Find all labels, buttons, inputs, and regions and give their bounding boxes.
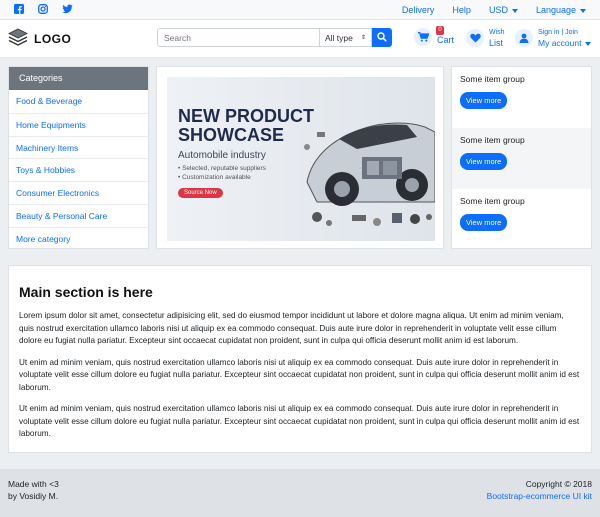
language-dropdown[interactable]: Language	[536, 5, 586, 15]
main-section: Main section is here Lorem ipsum dolor s…	[8, 265, 592, 453]
search-bar: All type ⇕	[157, 28, 392, 47]
help-link[interactable]: Help	[452, 5, 471, 15]
item-group-title: Some item group	[460, 74, 525, 84]
main-paragraph: Lorem ipsum dolor sit amet, consectetur …	[19, 311, 564, 345]
currency-dropdown[interactable]: USD	[489, 5, 518, 15]
banner-bullet: • Customization available	[178, 174, 251, 181]
cart-icon	[414, 28, 432, 46]
logo-text: LOGO	[34, 32, 72, 46]
cart-count-badge: 0	[436, 26, 444, 35]
wishlist-label: Wish List	[489, 28, 505, 48]
banner-title: NEW PRODUCT SHOWCASE	[178, 107, 314, 145]
more-category-link[interactable]: More category	[9, 226, 148, 250]
twitter-icon[interactable]	[62, 4, 73, 14]
view-more-button[interactable]: View more	[460, 214, 508, 231]
main-paragraph: Ut enim ad minim veniam, quis nostrud ex…	[19, 357, 580, 392]
showcase-banner[interactable]: NEW PRODUCT SHOWCASE Automobile industry…	[167, 77, 435, 241]
search-category-select[interactable]: All type ⇕	[319, 28, 372, 47]
view-more-button[interactable]: View more	[460, 92, 508, 109]
logo-icon	[8, 28, 28, 50]
top-bar: Delivery Help USD Language	[0, 0, 600, 20]
search-category-value: All type	[325, 32, 353, 43]
footer-author: by Vosidiy M.	[8, 491, 59, 501]
category-item[interactable]: Consumer Electronics	[9, 181, 148, 204]
main-heading: Main section is here	[19, 284, 153, 300]
category-item[interactable]: Home Equipments	[9, 112, 148, 136]
facebook-icon[interactable]	[14, 4, 24, 14]
category-item[interactable]: Machinery Items	[9, 135, 148, 159]
category-item[interactable]: Food & Beverage	[9, 90, 148, 113]
banner-bullet: • Selected, reputable suppliers	[178, 165, 266, 172]
item-group-title: Some item group	[460, 196, 525, 206]
footer-right: Copyright © 2018 Bootstrap-ecommerce UI …	[487, 478, 592, 502]
logo[interactable]: LOGO	[8, 28, 71, 50]
categories-title: Categories	[9, 67, 148, 90]
user-icon	[515, 29, 533, 47]
cart-label: Cart	[437, 35, 455, 45]
delivery-link[interactable]: Delivery	[402, 5, 435, 15]
instagram-icon[interactable]	[38, 4, 48, 14]
banner-subtitle: Automobile industry	[178, 150, 266, 161]
categories-panel: Categories Food & Beverage Home Equipmen…	[8, 66, 149, 249]
view-more-button[interactable]: View more	[460, 153, 508, 170]
main-paragraph: Ut enim ad minim veniam, quis nostrud ex…	[19, 404, 580, 438]
header: LOGO All type ⇕ 0 Cart Wish List	[0, 20, 600, 58]
wishlist-label-line2: List	[489, 38, 504, 48]
item-group: Some item group View more	[452, 67, 591, 128]
footer-made-with: Made with <3	[8, 479, 59, 489]
wishlist-label-line1: Wish	[489, 29, 505, 36]
wishlist-widget[interactable]: Wish List	[466, 28, 505, 48]
heart-icon	[466, 29, 484, 47]
banner-panel: NEW PRODUCT SHOWCASE Automobile industry…	[156, 66, 444, 249]
account-label: Sign in | Join My account	[538, 28, 591, 48]
item-groups-panel: Some item group View more Some item grou…	[451, 66, 592, 249]
source-now-button[interactable]: Source Now	[178, 188, 223, 198]
banner-title-line1: NEW PRODUCT	[178, 106, 314, 126]
categories-list: Food & Beverage Home Equipments Machiner…	[9, 90, 148, 250]
top-nav: Delivery Help USD Language	[402, 5, 586, 15]
account-widget[interactable]: Sign in | Join My account	[515, 28, 591, 48]
ui-kit-link[interactable]: Bootstrap-ecommerce UI kit	[487, 491, 592, 501]
social-links	[14, 4, 73, 14]
banner-title-line2: SHOWCASE	[178, 125, 285, 145]
search-icon	[377, 31, 387, 44]
item-group: Some item group View more	[452, 189, 591, 250]
search-button[interactable]	[372, 28, 392, 47]
cart-widget[interactable]: 0 Cart	[414, 26, 455, 46]
sign-in-join-link[interactable]: Sign in | Join	[538, 28, 591, 38]
category-item[interactable]: Beauty & Personal Care	[9, 203, 148, 227]
footer: Made with <3 by Vosidiy M. Copyright © 2…	[0, 469, 600, 517]
select-arrows-icon: ⇕	[360, 35, 366, 41]
copyright-text: Copyright © 2018	[525, 479, 592, 489]
item-group: Some item group View more	[452, 128, 591, 189]
my-account-dropdown[interactable]: My account	[538, 38, 591, 48]
search-input[interactable]	[157, 28, 319, 47]
category-item[interactable]: Toys & Hobbies	[9, 158, 148, 181]
footer-credits: Made with <3 by Vosidiy M.	[8, 478, 59, 502]
item-group-title: Some item group	[460, 135, 525, 145]
